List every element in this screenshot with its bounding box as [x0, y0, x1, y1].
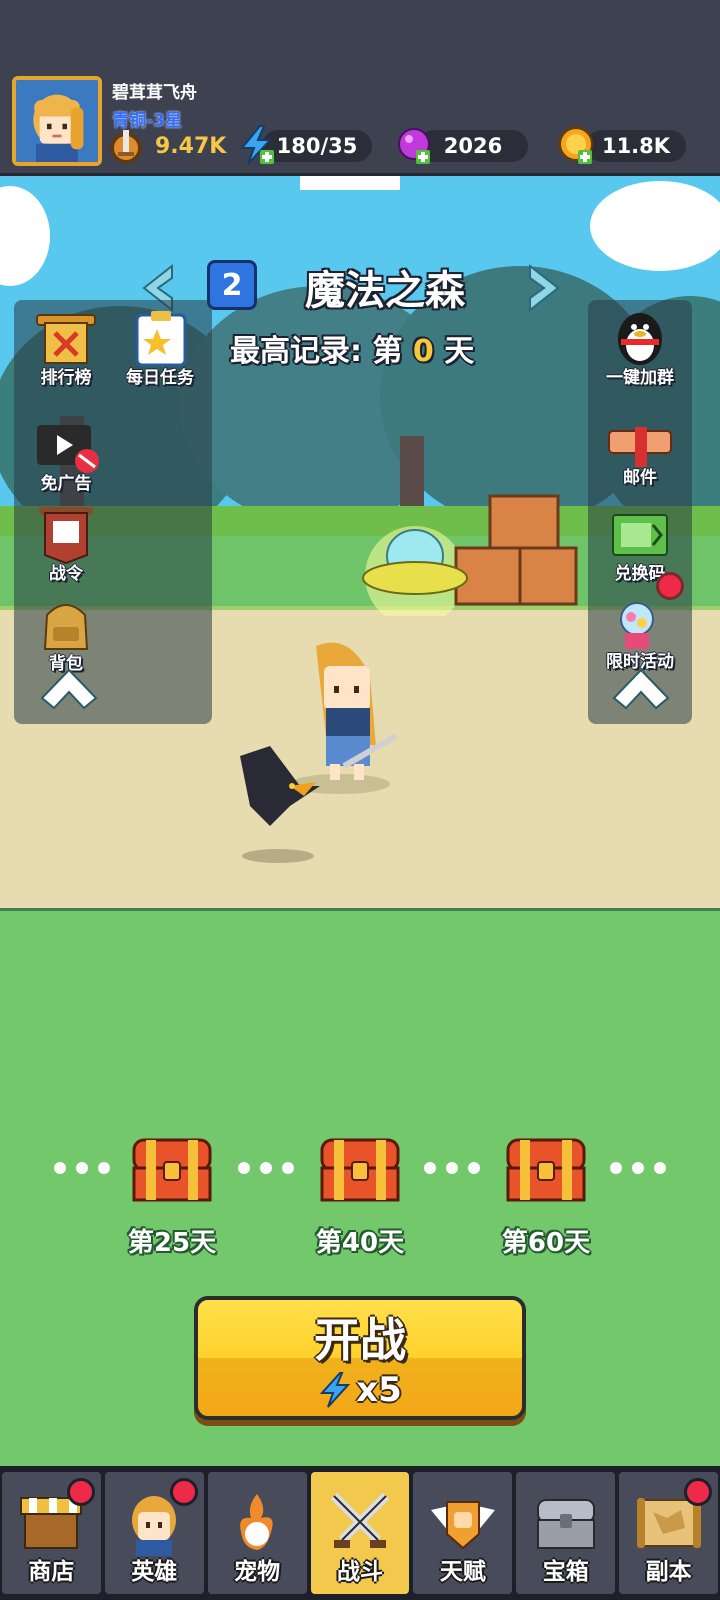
hero-character	[240, 642, 398, 863]
player-name: 碧茸茸飞舟	[112, 83, 197, 103]
redeem-ticket-icon	[612, 514, 668, 556]
lightning-icon	[319, 1372, 351, 1408]
hero-portrait-icon	[16, 80, 98, 162]
mail-label: 邮件	[623, 468, 657, 488]
progress-dots	[54, 1162, 110, 1174]
collapse-right-menu-icon[interactable]	[610, 666, 672, 712]
talent-fist-icon	[430, 1501, 495, 1550]
level-name: 魔法之森	[305, 268, 465, 314]
gem-counter[interactable]: 2026	[418, 130, 528, 162]
redeem-code-button[interactable]: 兑换码	[594, 496, 686, 584]
crossed-swords-icon	[330, 1492, 390, 1548]
nav-pet[interactable]: 宠物	[207, 1472, 307, 1594]
nav-pet-label: 宠物	[234, 1559, 281, 1585]
nav-shop[interactable]: 商店	[2, 1472, 101, 1594]
combat-power-icon	[110, 130, 142, 164]
nav-hero-label: 英雄	[131, 1559, 178, 1585]
best-record-suffix: 天	[444, 334, 475, 369]
start-battle-button[interactable]: 开战 x5	[194, 1296, 526, 1420]
daily-tasks-button[interactable]: 每日任务	[114, 300, 206, 388]
right-side-menu: 一键加群 邮件 兑换码 限时活动	[588, 300, 692, 724]
player-avatar[interactable]	[12, 76, 102, 166]
nav-talent-label: 天赋	[439, 1559, 486, 1585]
ufo-and-crates[interactable]	[360, 486, 590, 616]
no-ads-film-icon	[37, 425, 99, 473]
battle-pass-button[interactable]: 战令	[20, 496, 112, 584]
mail-scroll-icon	[608, 427, 672, 467]
best-record: 最高记录: 第 0 天	[230, 326, 474, 370]
ranking-label: 排行榜	[40, 368, 92, 388]
reward-day-label: 第40天	[315, 1228, 405, 1258]
battle-scene: 2 魔法之森 最高记录: 第 0 天 排行榜 每日任务 免广告 战令 背包 一键…	[0, 176, 720, 1466]
collapse-left-menu-icon[interactable]	[38, 666, 100, 712]
gem-value: 2026	[443, 134, 503, 158]
battle-pass-label: 战令	[49, 564, 83, 584]
notification-dot	[684, 1478, 713, 1506]
best-record-prefix: 最高记录: 第	[230, 334, 403, 369]
nav-shop-label: 商店	[28, 1559, 75, 1585]
left-side-menu: 排行榜 每日任务 免广告 战令 背包	[14, 300, 212, 724]
battle-energy-cost: x5	[318, 1370, 402, 1410]
silver-chest-icon	[536, 1499, 595, 1549]
coin-counter[interactable]: 11.8K	[586, 130, 686, 162]
reward-day-label: 第25天	[127, 1228, 217, 1258]
nav-battle-label: 战斗	[337, 1559, 383, 1585]
nav-talent[interactable]: 天赋	[413, 1472, 513, 1594]
combat-power-value: 9.47K	[155, 134, 227, 159]
nav-dungeon-label: 副本	[645, 1559, 692, 1585]
progress-dots	[238, 1162, 294, 1174]
progress-dots	[610, 1162, 666, 1174]
limited-event-notification-dot	[656, 572, 684, 600]
no-ads-button[interactable]: 免广告	[20, 406, 112, 494]
pet-icon	[240, 1494, 273, 1550]
backpack-button[interactable]: 背包	[20, 586, 112, 674]
reward-chest-day25[interactable]: 第25天	[122, 1134, 222, 1259]
reward-chest-day40[interactable]: 第40天	[310, 1134, 410, 1259]
reward-day-label: 第60天	[501, 1228, 591, 1258]
ranking-banner-icon	[36, 314, 96, 364]
nav-chest[interactable]: 宝箱	[516, 1472, 616, 1594]
daily-tasks-label: 每日任务	[126, 368, 194, 388]
level-number-badge: 2	[207, 260, 257, 310]
energy-plus-icon[interactable]	[236, 124, 276, 166]
coin-plus-icon[interactable]	[556, 124, 596, 166]
nav-hero[interactable]: 英雄	[104, 1472, 204, 1594]
gem-plus-icon[interactable]	[394, 124, 434, 166]
notification-dot	[66, 1478, 95, 1506]
coin-value: 11.8K	[601, 134, 671, 158]
battle-cost-value: x5	[356, 1370, 402, 1410]
backpack-icon	[43, 604, 89, 650]
gacha-machine-icon	[620, 602, 654, 649]
bottom-navigation: 商店 英雄 宠物 战斗 天赋 宝箱 副本	[0, 1466, 720, 1600]
nav-dungeon[interactable]: 副本	[619, 1472, 719, 1594]
join-group-label: 一键加群	[606, 368, 674, 388]
daily-task-board-icon	[135, 311, 187, 367]
notification-dot	[169, 1478, 198, 1506]
mail-button[interactable]: 邮件	[594, 400, 686, 488]
treasure-chest-icon	[132, 1138, 212, 1202]
treasure-chest-icon	[506, 1138, 586, 1202]
start-battle-label: 开战	[314, 1313, 406, 1367]
nav-chest-label: 宝箱	[542, 1559, 589, 1585]
reward-chest-day60[interactable]: 第60天	[496, 1134, 596, 1259]
top-bar: 碧茸茸飞舟 青铜-3星 9.47K 180/35 2026 11.8K	[0, 0, 720, 176]
battle-pass-banner-icon	[39, 507, 93, 565]
treasure-chest-icon	[320, 1138, 400, 1202]
qq-penguin-icon	[618, 313, 662, 365]
best-record-day: 0	[412, 334, 434, 369]
ranking-button[interactable]: 排行榜	[20, 300, 112, 388]
energy-value: 180/35	[276, 134, 358, 158]
progress-dots	[424, 1162, 480, 1174]
energy-counter[interactable]: 180/35	[262, 130, 372, 162]
join-group-button[interactable]: 一键加群	[594, 300, 686, 388]
no-ads-label: 免广告	[40, 474, 92, 494]
next-level-arrow-icon[interactable]	[524, 262, 564, 314]
nav-battle[interactable]: 战斗	[310, 1472, 410, 1594]
